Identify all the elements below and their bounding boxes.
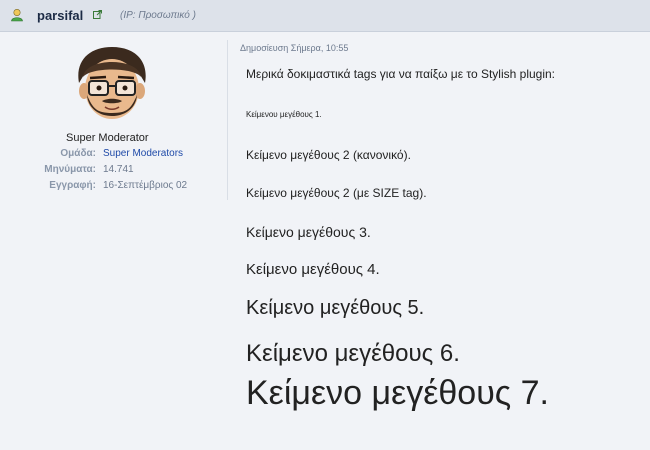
posts-value: 14.741 bbox=[103, 164, 134, 175]
group-label: Ομάδα: bbox=[60, 148, 96, 159]
post-line-size3: Κείμενο μεγέθους 3. bbox=[246, 224, 371, 240]
post-line-size2-tag: Κείμενο μεγέθους 2 (με SIZE tag). bbox=[246, 186, 427, 200]
post-line-intro: Μερικά δοκιμαστικά tags για να παίξω με … bbox=[246, 67, 555, 81]
user-icon bbox=[11, 8, 23, 22]
info-group: Ομάδα: Super Moderators bbox=[0, 148, 200, 160]
column-divider bbox=[227, 40, 228, 200]
ip-info: (IP: Προσωπικό ) bbox=[120, 10, 196, 21]
external-link-icon[interactable] bbox=[93, 10, 102, 19]
username-link[interactable]: parsifal bbox=[37, 8, 83, 23]
avatar bbox=[78, 47, 146, 119]
post-header-bar: parsifal (IP: Προσωπικό ) bbox=[0, 0, 650, 32]
info-posts: Μηνύματα: 14.741 bbox=[0, 164, 200, 176]
post-line-size6: Κείμενο μεγέθους 6. bbox=[246, 340, 460, 367]
joined-label: Εγγραφή: bbox=[49, 180, 96, 191]
post-line-size5: Κείμενο μεγέθους 5. bbox=[246, 297, 425, 319]
post-line-size1: Κείμενου μεγέθους 1. bbox=[246, 110, 322, 119]
group-link[interactable]: Super Moderators bbox=[103, 148, 183, 159]
post-line-size2-normal: Κείμενο μεγέθους 2 (κανονικό). bbox=[246, 148, 411, 162]
post-line-size7: Κείμενο μεγέθους 7. bbox=[246, 374, 549, 412]
posts-label: Μηνύματα: bbox=[44, 164, 96, 175]
post-line-size4: Κείμενο μεγέθους 4. bbox=[246, 261, 380, 278]
user-role: Super Moderator bbox=[66, 132, 149, 144]
info-joined: Εγγραφή: 16-Σεπτέμβριος 02 bbox=[0, 180, 200, 192]
joined-value: 16-Σεπτέμβριος 02 bbox=[103, 180, 188, 191]
post-timestamp: Δημοσίευση Σήμερα, 10:55 bbox=[240, 43, 349, 53]
